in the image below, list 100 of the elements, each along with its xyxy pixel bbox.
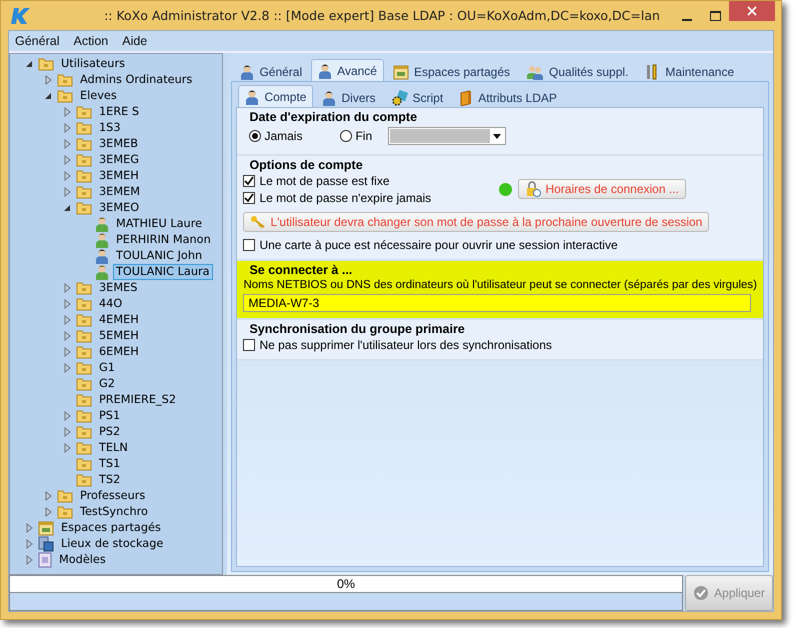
folder-icon (76, 377, 92, 391)
expand-arrow-icon[interactable] (62, 299, 72, 309)
tree-item[interactable]: G2 (96, 376, 118, 392)
tree-item[interactable]: Utilisateurs (58, 56, 128, 72)
tree-item[interactable]: G1 (96, 360, 118, 376)
folder-icon (76, 329, 92, 343)
expand-arrow-icon[interactable] (62, 107, 72, 117)
folder-icon (76, 169, 92, 183)
tree-item[interactable]: TOULANIC John (113, 248, 206, 264)
tree-item[interactable]: 3EMEM (96, 184, 143, 200)
tree-item[interactable]: 3EMEB (96, 136, 141, 152)
tree-item[interactable]: TOULANIC Laura (113, 264, 213, 280)
expand-arrow-icon[interactable] (24, 555, 34, 565)
tree-item[interactable]: 5EMEH (96, 328, 142, 344)
tree-item[interactable]: Espaces partagés (58, 520, 164, 536)
expand-arrow-icon[interactable] (24, 539, 34, 549)
tree-item[interactable]: PS1 (96, 408, 124, 424)
folder-icon (76, 345, 92, 359)
expand-arrow-icon[interactable] (62, 283, 72, 293)
tree-item[interactable]: 44O (96, 296, 126, 312)
tree-item[interactable]: MATHIEU Laure (113, 216, 206, 232)
folder-icon (38, 57, 54, 71)
collapse-arrow-icon[interactable] (43, 91, 53, 101)
progress-text: 0% (336, 577, 356, 591)
tab[interactable]: Espaces partagés (386, 61, 518, 81)
checkbox[interactable] (243, 192, 256, 204)
tree-item[interactable]: 3EMEO (96, 200, 142, 216)
checkbox[interactable] (243, 238, 256, 250)
person-icon (322, 90, 336, 106)
folder-icon (76, 153, 92, 167)
expand-arrow-icon[interactable] (43, 75, 53, 85)
checkbox-label: Le mot de passe est fixe (259, 174, 390, 188)
tree-item[interactable]: 3EMES (96, 280, 140, 296)
expand-arrow-icon[interactable] (62, 187, 72, 197)
radio-button[interactable] (340, 130, 352, 142)
minimize-icon (682, 18, 692, 20)
tree-item[interactable]: PS2 (96, 424, 124, 440)
tree-item[interactable]: TS1 (96, 456, 124, 472)
document-icon (38, 552, 52, 568)
checkbox-label: Le mot de passe n'expire jamais (259, 190, 432, 204)
tab[interactable]: Avancé (311, 59, 384, 81)
expand-arrow-icon[interactable] (62, 155, 72, 165)
expand-arrow-icon[interactable] (62, 411, 72, 421)
tree-item[interactable]: 4EMEH (96, 312, 142, 328)
tree-item[interactable]: Admins Ordinateurs (77, 72, 196, 88)
section-title: Se connecter à ... (249, 263, 354, 277)
folder-icon (57, 489, 73, 503)
section-title: Options de compte (249, 158, 364, 172)
tree-item[interactable]: 6EMEH (96, 344, 142, 360)
tree-item[interactable]: Eleves (77, 88, 120, 104)
expand-arrow-icon[interactable] (62, 139, 72, 149)
calendar-icon (392, 64, 409, 80)
checkbox[interactable] (243, 174, 256, 186)
tree-item[interactable]: TELN (96, 440, 131, 456)
expand-arrow-icon[interactable] (62, 171, 72, 181)
tree-item[interactable]: TestSynchro (77, 504, 151, 520)
tree-item[interactable]: 3EMEH (96, 168, 142, 184)
tab[interactable]: Qualités suppl. (519, 61, 636, 81)
close-button[interactable] (729, 1, 775, 21)
menu-item[interactable]: Général (15, 34, 60, 48)
tab[interactable]: Général (233, 61, 310, 81)
tree-item[interactable]: TS2 (96, 472, 124, 488)
close-icon (747, 6, 757, 16)
tab[interactable]: Attributs LDAP (452, 87, 564, 107)
tab[interactable]: Maintenance (637, 61, 742, 81)
person-icon (318, 62, 332, 78)
folder-icon (76, 137, 92, 151)
expand-arrow-icon[interactable] (24, 523, 34, 533)
expand-arrow-icon[interactable] (62, 443, 72, 453)
menu-item[interactable]: Action (73, 34, 108, 48)
tree-item[interactable]: Modèles (56, 552, 109, 568)
tree-item[interactable]: 1ERE S (96, 104, 142, 120)
checkbox[interactable] (243, 338, 256, 350)
tree-item[interactable]: Lieux de stockage (58, 536, 166, 552)
folder-icon (57, 505, 73, 519)
person-icon (240, 64, 254, 80)
expand-arrow-icon[interactable] (62, 315, 72, 325)
hint-text: Noms NETBIOS ou DNS des ordinateurs où l'utilisateur peut se connecter (séparés par des virgules) (243, 279, 757, 291)
tree-item[interactable]: PERHIRIN Manon (113, 232, 214, 248)
tree-item[interactable]: 3EMEG (96, 152, 142, 168)
tree-item[interactable]: 1S3 (96, 120, 124, 136)
tab[interactable]: Divers (315, 87, 382, 107)
expand-arrow-icon[interactable] (62, 123, 72, 133)
radio-button[interactable] (249, 130, 262, 142)
expand-arrow-icon[interactable] (62, 427, 72, 437)
expand-arrow-icon[interactable] (62, 331, 72, 341)
expand-arrow-icon[interactable] (62, 347, 72, 357)
expand-arrow-icon[interactable] (62, 363, 72, 373)
collapse-arrow-icon[interactable] (24, 59, 34, 69)
expand-arrow-icon[interactable] (43, 507, 53, 517)
input-field[interactable]: MEDIA-W7-3 (243, 294, 751, 312)
tree-item[interactable]: Professeurs (77, 488, 148, 504)
folder-icon (76, 121, 92, 135)
menu-item[interactable]: Aide (122, 34, 148, 48)
collapse-arrow-icon[interactable] (62, 203, 72, 213)
tab[interactable]: Compte (238, 85, 314, 107)
tab[interactable]: Script (384, 87, 450, 107)
tree-item[interactable]: PREMIERE_S2 (96, 392, 180, 408)
expand-arrow-icon[interactable] (43, 491, 53, 501)
folder-icon (76, 473, 92, 487)
